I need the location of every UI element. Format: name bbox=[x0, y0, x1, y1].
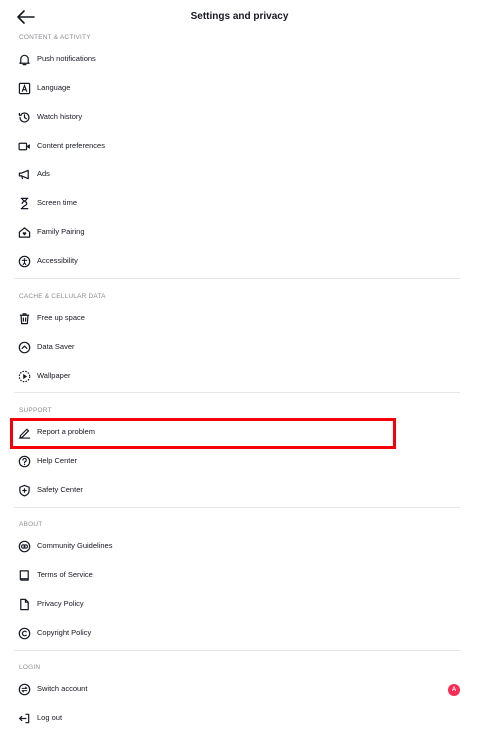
menu-item-label: Push notifications bbox=[37, 54, 96, 63]
guidelines-icon bbox=[18, 540, 31, 553]
menu-item-screen-time[interactable]: Screen time bbox=[14, 193, 462, 215]
language-icon bbox=[18, 82, 31, 95]
menu-item-label: Free up space bbox=[37, 313, 85, 322]
menu-item-label: Copyright Policy bbox=[37, 628, 92, 637]
book-icon bbox=[18, 569, 31, 582]
shield-icon bbox=[18, 484, 31, 497]
header: Settings and privacy bbox=[0, 0, 479, 34]
switch-account-icon bbox=[18, 683, 31, 696]
menu-item-label: Privacy Policy bbox=[37, 599, 84, 608]
menu-item-help-center[interactable]: Help Center bbox=[14, 451, 462, 473]
menu-item-label: Accessibility bbox=[37, 256, 78, 265]
menu-item-label: Wallpaper bbox=[37, 371, 71, 380]
menu-item-ads[interactable]: Ads bbox=[14, 164, 462, 186]
logout-icon bbox=[18, 712, 31, 725]
menu-item-data-saver[interactable]: Data Saver bbox=[14, 337, 462, 359]
section-title-content-activity: CONTENT & ACTIVITY bbox=[19, 34, 91, 41]
menu-item-community-guidelines[interactable]: Community Guidelines bbox=[14, 536, 462, 558]
accessibility-icon bbox=[18, 255, 31, 268]
menu-item-label: Help Center bbox=[37, 456, 78, 465]
divider bbox=[14, 278, 460, 279]
menu-item-label: Screen time bbox=[37, 198, 78, 207]
menu-item-label: Terms of Service bbox=[37, 570, 93, 579]
divider bbox=[14, 392, 460, 393]
menu-item-label: Report a problem bbox=[37, 427, 95, 436]
menu-item-label: Ads bbox=[37, 169, 50, 178]
document-icon bbox=[18, 598, 31, 611]
video-icon bbox=[18, 140, 31, 153]
menu-item-log-out[interactable]: Log out bbox=[14, 708, 462, 730]
menu-item-accessibility[interactable]: Accessibility bbox=[14, 251, 462, 273]
menu-item-label: Log out bbox=[37, 713, 63, 722]
question-icon bbox=[18, 455, 31, 468]
section-title-login: LOGIN bbox=[19, 664, 41, 671]
menu-item-label: Community Guidelines bbox=[37, 541, 113, 550]
menu-item-content-preferences[interactable]: Content preferences bbox=[14, 136, 462, 158]
wallpaper-icon bbox=[18, 370, 31, 383]
menu-item-label: Watch history bbox=[37, 112, 83, 121]
menu-item-terms-of-service[interactable]: Terms of Service bbox=[14, 565, 462, 587]
menu-item-label: Switch account bbox=[37, 684, 88, 693]
section-title-support: SUPPORT bbox=[19, 407, 52, 414]
menu-item-report-a-problem[interactable]: Report a problem bbox=[14, 422, 462, 444]
menu-item-privacy-policy[interactable]: Privacy Policy bbox=[14, 594, 462, 616]
megaphone-icon bbox=[18, 168, 31, 181]
menu-item-free-up-space[interactable]: Free up space bbox=[14, 308, 462, 330]
menu-item-wallpaper[interactable]: Wallpaper bbox=[14, 366, 462, 388]
section-title-cache: CACHE & CELLULAR DATA bbox=[19, 293, 106, 300]
menu-item-watch-history[interactable]: Watch history bbox=[14, 107, 462, 129]
menu-item-language[interactable]: Language bbox=[14, 78, 462, 100]
data-saver-icon bbox=[18, 341, 31, 354]
hourglass-icon bbox=[18, 197, 31, 210]
menu-item-safety-center[interactable]: Safety Center bbox=[14, 480, 462, 502]
menu-item-label: Content preferences bbox=[37, 141, 105, 150]
menu-item-label: Language bbox=[37, 83, 71, 92]
menu-item-family-pairing[interactable]: Family Pairing bbox=[14, 222, 462, 244]
bell-icon bbox=[18, 53, 31, 66]
menu-item-label: Safety Center bbox=[37, 485, 83, 494]
page-title: Settings and privacy bbox=[190, 11, 289, 22]
pencil-icon bbox=[18, 426, 31, 439]
divider bbox=[14, 650, 460, 651]
home-heart-icon bbox=[18, 226, 31, 239]
copyright-icon bbox=[18, 627, 31, 640]
menu-item-label: Data Saver bbox=[37, 342, 75, 351]
menu-item-label: Family Pairing bbox=[37, 227, 85, 236]
section-title-about: ABOUT bbox=[19, 521, 43, 528]
menu-item-switch-account[interactable]: Switch account bbox=[14, 679, 462, 701]
trash-icon bbox=[18, 312, 31, 325]
menu-item-copyright-policy[interactable]: Copyright Policy bbox=[14, 623, 462, 645]
divider bbox=[14, 507, 460, 508]
history-icon bbox=[18, 111, 31, 124]
account-badge: A bbox=[448, 684, 460, 696]
menu-item-push-notifications[interactable]: Push notifications bbox=[14, 49, 462, 71]
